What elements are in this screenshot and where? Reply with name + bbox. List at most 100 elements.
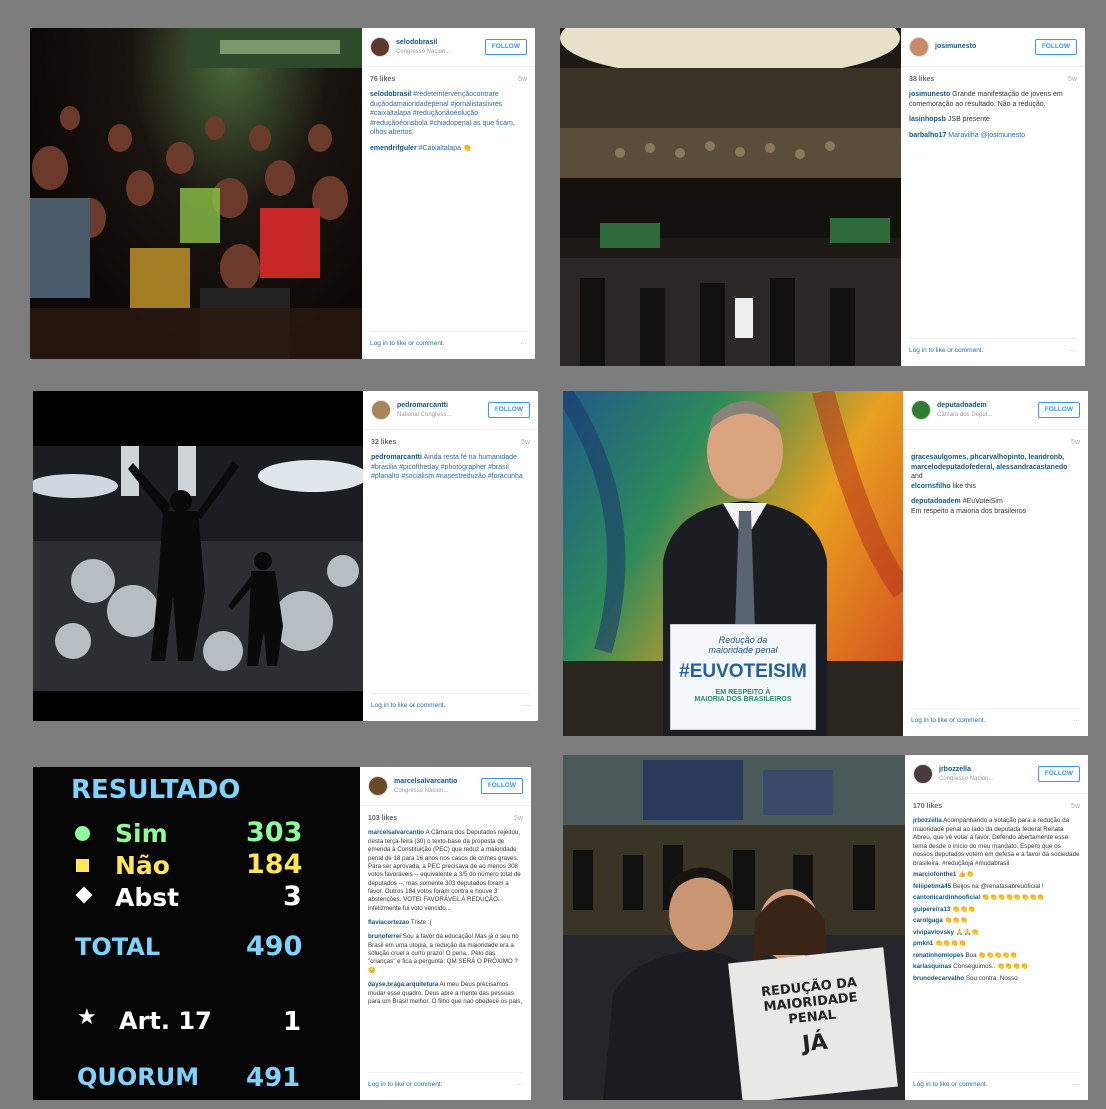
avatar[interactable]	[911, 400, 931, 420]
comment-user[interactable]: emendrifguler	[370, 145, 417, 152]
comment-user[interactable]: flaviacortezao	[368, 919, 409, 926]
chamber-image	[560, 28, 901, 366]
login-link[interactable]: Log in to like or comment.	[371, 702, 445, 711]
follow-button[interactable]: FOLLOW	[480, 777, 523, 795]
post-header: jrbozzella Congresso Nacion... FOLLOW	[905, 755, 1088, 794]
comment-text: Conseguimos.. 👏👏👏👏	[951, 963, 1029, 971]
follow-button[interactable]: FOLLOW	[484, 38, 527, 56]
comment-user[interactable]: guipereira13	[913, 906, 950, 913]
location[interactable]: Congresso Nacion...	[394, 787, 481, 795]
username[interactable]: marcelsalvarcantio	[394, 777, 481, 786]
post-photo[interactable]: REDUÇÃO DA MAIORIDADE PENAL JÁ	[563, 755, 905, 1100]
comment-user[interactable]: cantonicardinhooficial	[913, 894, 980, 901]
comment-user[interactable]: vivipavlovsky	[913, 929, 954, 936]
login-link[interactable]: Log in to like or comment.	[913, 1081, 987, 1090]
comment-user[interactable]: elcornsfilho	[911, 483, 951, 490]
comment-user[interactable]: lasinhopsb	[909, 116, 946, 123]
comment-user[interactable]: karlasquinas	[913, 963, 952, 970]
like-count[interactable]: 38 likes	[909, 75, 934, 84]
login-link[interactable]: Log in to like or comment.	[368, 1081, 442, 1090]
more-options-icon[interactable]: ···	[1074, 1081, 1081, 1090]
comment: emendrifguler #Caixaltalapa 👏	[370, 144, 527, 153]
avatar[interactable]	[368, 776, 388, 796]
avatar[interactable]	[370, 37, 390, 57]
location[interactable]: National Congress...	[397, 411, 488, 419]
post-footer: Log in to like or comment. ···	[371, 693, 530, 711]
post-photo[interactable]: Redução da maioridade penal #EUVOTEISIM …	[563, 391, 903, 736]
more-options-icon[interactable]: ···	[1071, 347, 1078, 356]
post-photo[interactable]	[33, 391, 363, 721]
location[interactable]: Câmara dos Deput...	[937, 411, 1038, 419]
fountain-image	[33, 446, 363, 691]
comment-user[interactable]: pedromarcantti	[371, 454, 422, 461]
comment-text: 👏👏👏	[950, 905, 976, 913]
username[interactable]: deputadoadem	[937, 401, 1038, 410]
login-link[interactable]: Log in to like or comment.	[370, 340, 444, 349]
follow-button[interactable]: FOLLOW	[1037, 765, 1080, 783]
voting-result-board: RESULTADO Sim 303 Não 184 Abst 3 TOTAL 4…	[33, 767, 360, 1100]
avatar[interactable]	[371, 400, 391, 420]
login-link[interactable]: Log in to like or comment.	[911, 717, 985, 726]
comment-text: Acompanhando a votação para a redução da…	[913, 817, 1080, 867]
username[interactable]: selodobrasil	[396, 38, 485, 47]
like-count[interactable]: 170 likes	[913, 802, 942, 811]
comment: pmkn1 👏👏👏👏	[913, 940, 1080, 949]
post-card-2: josimunesto FOLLOW 38 likes 5w josimunest…	[560, 28, 1085, 366]
total-label: TOTAL	[75, 933, 161, 961]
like-count[interactable]: 76 likes	[370, 75, 395, 84]
comment-user[interactable]: barbalho17	[909, 132, 946, 139]
avatar[interactable]	[909, 37, 929, 57]
comment-user[interactable]: dayse.braga.arquitetura	[368, 981, 438, 988]
username[interactable]: josimunesto	[935, 42, 1035, 51]
comment: marciofonthe1 👍👏	[913, 871, 1080, 880]
location[interactable]: Congresso Nacion...	[396, 48, 485, 56]
like-count[interactable]: 32 likes	[371, 438, 396, 447]
comment-user[interactable]: brunodecarvalho	[913, 975, 964, 982]
avatar[interactable]	[913, 764, 933, 784]
post-photo[interactable]	[30, 28, 362, 359]
comment-user[interactable]: feliipetima45	[913, 883, 951, 890]
comment: guipereira13 👏👏👏	[913, 906, 1080, 915]
follow-button[interactable]: FOLLOW	[1037, 401, 1080, 419]
more-options-icon[interactable]: ···	[521, 340, 528, 349]
post-footer: Log in to like or comment. ···	[909, 338, 1077, 356]
like-count[interactable]: 103 likes	[368, 814, 397, 823]
comment-user[interactable]: brunoferrei	[368, 933, 401, 940]
follow-button[interactable]: FOLLOW	[487, 401, 530, 419]
more-options-icon[interactable]: ···	[524, 702, 531, 711]
comment-user[interactable]: renatinhomlopes	[913, 952, 964, 959]
sign-line-1: Redução da	[718, 635, 768, 645]
art-star-icon: ★	[77, 1005, 97, 1030]
comment-user[interactable]: gracesaulgomes, phcarvalhopinto, leandro…	[911, 454, 1067, 470]
post-footer: Log in to like or comment. ···	[911, 708, 1080, 726]
comment-user[interactable]: marciofonthe1	[913, 871, 956, 878]
comment-user[interactable]: marcelsalvarcantio	[368, 829, 424, 836]
username[interactable]: jrbozzella	[939, 765, 1038, 774]
comment-user[interactable]: jrbozzella	[913, 817, 942, 824]
comment-user[interactable]: josimunesto	[909, 91, 950, 98]
location[interactable]: Congresso Nacion...	[939, 775, 1038, 783]
login-link[interactable]: Log in to like or comment.	[909, 347, 983, 356]
post-card-4: Redução da maioridade penal #EUVOTEISIM …	[563, 391, 1088, 736]
comment-user[interactable]: selodobrasil	[370, 91, 411, 98]
comment: jrbozzella Acompanhando a votação para a…	[913, 817, 1080, 868]
post-footer: Log in to like or comment. ···	[370, 331, 527, 349]
nao-label: Não	[115, 851, 170, 880]
more-options-icon[interactable]: ···	[1074, 717, 1081, 726]
follow-button[interactable]: FOLLOW	[1034, 38, 1077, 56]
sign-line-3: EM RESPEITO À	[715, 689, 771, 696]
comment-text: Beijos na @renatasabreuoficial !	[951, 882, 1044, 890]
post-photo[interactable]	[560, 28, 901, 366]
comment-user[interactable]: pmkn1	[913, 940, 933, 947]
sim-label: Sim	[115, 819, 168, 848]
comment: barbalho17 Maravilha @josimunesto	[909, 131, 1077, 140]
comment-user[interactable]: deputadoadem	[911, 498, 961, 505]
post-photo[interactable]: RESULTADO Sim 303 Não 184 Abst 3 TOTAL 4…	[33, 767, 360, 1100]
comment: flaviacortezao Triste :(	[368, 919, 523, 927]
username[interactable]: pedromarcantti	[397, 401, 488, 410]
post-panel: selodobrasil Congresso Nacion... FOLLOW 7…	[362, 28, 535, 359]
abst-value: 3	[283, 881, 302, 912]
more-options-icon[interactable]: ···	[517, 1081, 524, 1090]
post-panel: josimunesto FOLLOW 38 likes 5w josimunest…	[901, 28, 1085, 366]
comment-user[interactable]: carolgaga	[913, 917, 943, 924]
